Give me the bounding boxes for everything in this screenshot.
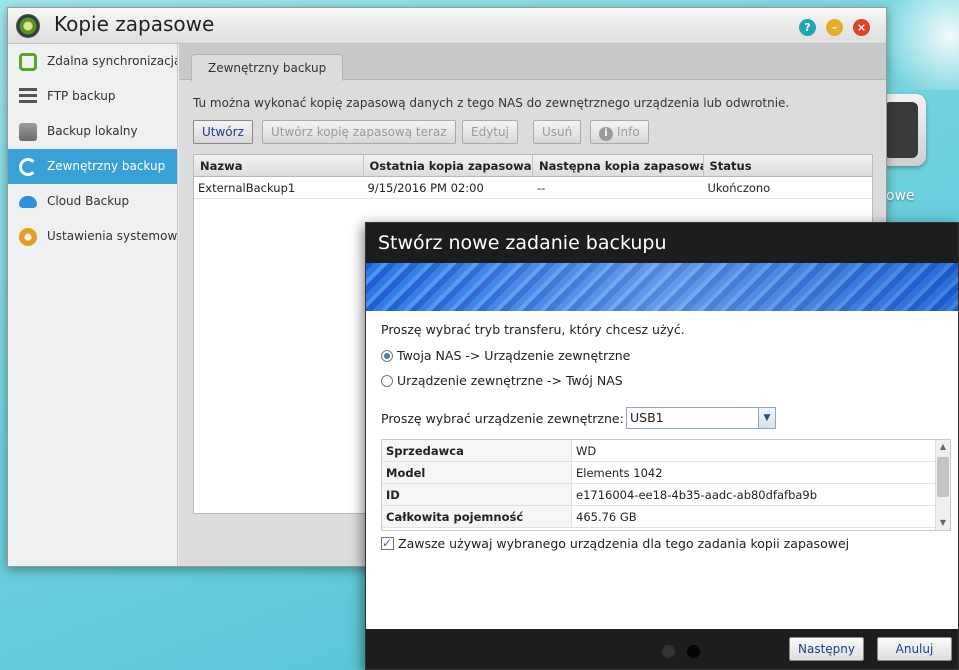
window-titlebar[interactable]: Kopie zapasowe ? – ×	[8, 8, 886, 44]
close-icon[interactable]: ×	[853, 19, 870, 36]
info-key: Całkowita pojemność	[382, 506, 572, 527]
table-header: Nazwa Ostatnia kopia zapasowa Następna k…	[194, 155, 872, 177]
device-select-value: USB1	[630, 410, 664, 425]
info-key: Sprzedawca	[382, 440, 572, 461]
column-header-status[interactable]: Status	[704, 155, 873, 176]
sidebar-item-ftp-backup[interactable]: FTP backup	[8, 79, 177, 114]
device-select[interactable]: USB1 ▼	[626, 407, 776, 429]
scroll-thumb[interactable]	[937, 457, 949, 497]
create-button[interactable]: Utwórz	[193, 120, 253, 144]
transfer-mode-prompt: Proszę wybrać tryb transferu, który chce…	[381, 322, 685, 337]
sidebar-item-external-backup[interactable]: Zewnętrzny backup	[8, 149, 177, 184]
table-row[interactable]: ExternalBackup1 9/15/2016 PM 02:00 -- Uk…	[194, 177, 872, 199]
edit-button[interactable]: Edytuj	[462, 120, 518, 144]
scrollbar[interactable]: ▲ ▼	[935, 440, 950, 530]
chevron-down-icon[interactable]: ▼	[758, 408, 775, 428]
radio-label: Twoja NAS -> Urządzenie zewnętrzne	[397, 348, 631, 363]
sidebar-item-remote-sync[interactable]: Zdalna synchronizacja	[8, 44, 177, 79]
sidebar-item-system-settings[interactable]: Ustawienia systemowe	[8, 219, 177, 254]
cell-status: Ukończono	[707, 181, 771, 195]
scroll-up-icon[interactable]: ▲	[936, 440, 950, 454]
info-key: ID	[382, 484, 572, 505]
next-button[interactable]: Następny	[789, 637, 864, 661]
tab-external-backup[interactable]: Zewnętrzny backup	[191, 54, 344, 81]
step-dot-active	[687, 645, 700, 658]
sidebar-item-label: Ustawienia systemowe	[47, 229, 177, 243]
sidebar-item-label: Backup lokalny	[47, 124, 138, 138]
ftp-icon	[19, 88, 37, 106]
table-row: Całkowita pojemność 465.76 GB	[382, 506, 950, 528]
sidebar-item-local-backup[interactable]: Backup lokalny	[8, 114, 177, 149]
column-header-next-backup[interactable]: Następna kopia zapasowa	[533, 155, 704, 176]
cloud-icon	[19, 196, 37, 208]
page-description: Tu można wykonać kopię zapasową danych z…	[193, 96, 790, 110]
info-value: Elements 1042	[576, 466, 663, 480]
checkbox-label: Zawsze używaj wybranego urządzenia dla t…	[398, 536, 850, 551]
sync-icon	[19, 53, 37, 71]
local-drive-icon	[19, 123, 37, 141]
radio-label: Urządzenie zewnętrzne -> Twój NAS	[397, 373, 623, 388]
step-dot	[662, 645, 675, 658]
device-info-table: Sprzedawca WD Model Elements 1042 ID e17…	[381, 439, 951, 531]
minimize-icon[interactable]: –	[826, 19, 843, 36]
table-row: Sprzedawca WD	[382, 440, 950, 462]
info-value: WD	[576, 444, 597, 458]
help-icon[interactable]: ?	[799, 19, 816, 36]
table-row: Model Elements 1042	[382, 462, 950, 484]
info-key: Model	[382, 462, 572, 483]
info-button-label: Info	[617, 125, 640, 139]
column-header-last-backup[interactable]: Ostatnia kopia zapasowa	[364, 155, 533, 176]
external-backup-icon	[19, 158, 37, 176]
cell-name: ExternalBackup1	[198, 181, 296, 195]
device-prompt: Proszę wybrać urządzenie zewnętrzne:	[381, 411, 624, 426]
sidebar: Zdalna synchronizacja FTP backup Backup …	[8, 44, 178, 566]
radio-nas-to-external[interactable]: Twoja NAS -> Urządzenie zewnętrzne	[381, 348, 630, 364]
checkbox-checked[interactable]	[381, 535, 394, 551]
sidebar-item-label: Zdalna synchronizacja	[47, 54, 177, 68]
cancel-button[interactable]: Anuluj	[877, 637, 952, 661]
radio-button-selected[interactable]	[381, 350, 393, 362]
radio-external-to-nas[interactable]: Urządzenie zewnętrzne -> Twój NAS	[381, 373, 623, 389]
dialog-banner	[366, 263, 958, 311]
backup-now-button[interactable]: Utwórz kopię zapasową teraz	[262, 120, 456, 144]
scroll-down-icon[interactable]: ▼	[936, 516, 950, 530]
info-icon: i	[599, 127, 613, 141]
table-row: ID e1716004-ee18-4b35-aadc-ab80dfafba9b	[382, 484, 950, 506]
info-button[interactable]: i Info	[590, 120, 649, 144]
sidebar-item-cloud-backup[interactable]: Cloud Backup	[8, 184, 177, 219]
tab-strip: Zewnętrzny backup	[179, 44, 886, 81]
info-value: e1716004-ee18-4b35-aadc-ab80dfafba9b	[576, 488, 818, 502]
dialog-title[interactable]: Stwórz nowe zadanie backupu	[366, 223, 958, 263]
always-use-device-checkbox[interactable]: Zawsze używaj wybranego urządzenia dla t…	[381, 535, 850, 552]
new-backup-job-dialog: Stwórz nowe zadanie backupu Proszę wybra…	[365, 222, 959, 670]
cell-next-backup: --	[537, 181, 546, 195]
desktop-app-label: owe	[886, 188, 915, 204]
window-title: Kopie zapasowe	[54, 12, 215, 36]
backup-app-icon	[16, 14, 40, 38]
delete-button[interactable]: Usuń	[533, 120, 582, 144]
gear-icon	[19, 228, 37, 246]
column-header-name[interactable]: Nazwa	[194, 155, 364, 176]
sidebar-item-label: Cloud Backup	[47, 194, 130, 208]
dialog-footer: Następny Anuluj	[366, 629, 958, 669]
cell-last-backup: 9/15/2016 PM 02:00	[367, 181, 484, 195]
sidebar-item-label: Zewnętrzny backup	[47, 159, 166, 173]
sidebar-item-label: FTP backup	[47, 89, 116, 103]
info-value: 465.76 GB	[576, 510, 637, 524]
radio-button[interactable]	[381, 375, 393, 387]
